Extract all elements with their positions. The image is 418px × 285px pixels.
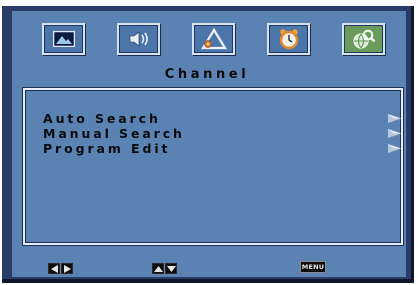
page-title: Channel bbox=[164, 67, 250, 82]
down-arrow-key-icon bbox=[165, 263, 177, 274]
left-arrow-key-icon bbox=[48, 263, 60, 274]
setup-icon bbox=[200, 28, 227, 50]
menu-item-program-edit[interactable]: Program Edit bbox=[43, 141, 401, 156]
tab-channel[interactable] bbox=[342, 23, 385, 55]
menu-item-manual-search[interactable]: Manual Search bbox=[43, 126, 401, 141]
menu-list: Auto Search Manual Search Program Edit bbox=[23, 88, 403, 245]
menu-item-label: Auto Search bbox=[43, 111, 161, 126]
right-arrow-icon bbox=[388, 114, 401, 123]
alarm-clock-icon bbox=[279, 29, 298, 50]
tab-timer[interactable] bbox=[267, 23, 310, 55]
tab-picture[interactable] bbox=[42, 23, 85, 55]
menu-item-auto-search[interactable]: Auto Search bbox=[43, 111, 401, 126]
up-arrow-key-icon bbox=[152, 263, 164, 274]
right-arrow-icon bbox=[388, 144, 401, 153]
menu-item-label: Program Edit bbox=[43, 141, 171, 156]
left-right-keys-hint bbox=[48, 261, 74, 274]
tab-sound[interactable] bbox=[117, 23, 160, 55]
sound-icon bbox=[129, 31, 148, 47]
channel-globe-icon bbox=[352, 29, 375, 49]
picture-icon bbox=[52, 31, 75, 47]
menu-key-hint: MENU bbox=[300, 261, 326, 273]
right-arrow-icon bbox=[388, 129, 401, 138]
menu-item-label: Manual Search bbox=[43, 126, 185, 141]
tab-setup[interactable] bbox=[192, 23, 235, 55]
right-arrow-key-icon bbox=[61, 263, 73, 274]
up-down-keys-hint bbox=[152, 261, 178, 274]
